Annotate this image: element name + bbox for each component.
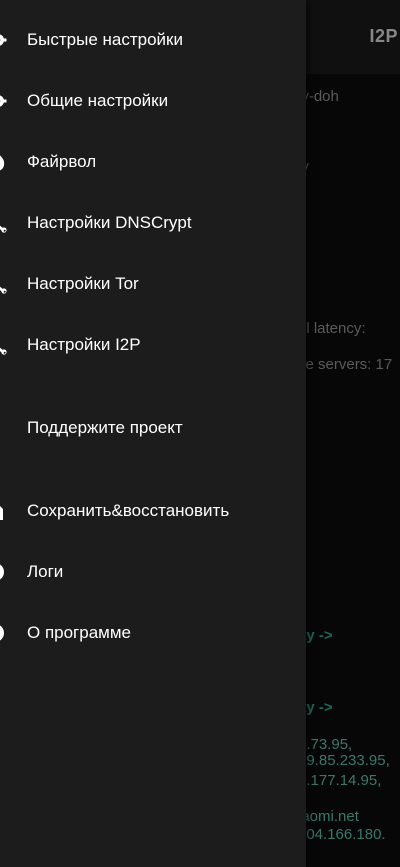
backup-icon	[0, 506, 3, 520]
wrench-icon	[0, 347, 7, 355]
nav-item-label: Общие настройки	[27, 91, 169, 110]
nav-item-dnscrypt-settings[interactable]: Настройки DNSCrypt	[0, 198, 306, 248]
nav-item-label: Файрвол	[27, 152, 97, 171]
nav-item-label: Сохранить&восстановить	[27, 501, 230, 520]
nav-item-tor-settings[interactable]: Настройки Tor	[0, 259, 306, 309]
navigation-drawer: Быстрые настройки Общие настройки Файрво…	[0, 0, 306, 867]
info-icon	[0, 625, 4, 641]
nav-item-label: Логи	[27, 562, 64, 581]
gear-icon	[0, 34, 7, 46]
nav-item-label: Быстрые настройки	[27, 30, 183, 49]
nav-item-quick-settings[interactable]: Быстрые настройки	[0, 15, 306, 65]
wrench-icon	[0, 286, 7, 294]
nav-item-support-project[interactable]: Поддержите проект	[0, 403, 306, 453]
nav-item-label: Поддержите проект	[27, 418, 183, 437]
nav-item-label: Настройки I2P	[27, 335, 141, 354]
nav-item-backup-restore[interactable]: Сохранить&восстановить	[0, 486, 306, 536]
nav-item-firewall[interactable]: Файрвол	[0, 137, 306, 187]
nav-item-logs[interactable]: Логи	[0, 547, 306, 597]
nav-item-label: Настройки DNSCrypt	[27, 213, 192, 232]
flame-icon	[0, 155, 5, 171]
gear-icon	[0, 95, 7, 107]
nav-item-about[interactable]: О программе	[0, 608, 306, 658]
nav-item-general-settings[interactable]: Общие настройки	[0, 76, 306, 126]
nav-item-i2p-settings[interactable]: Настройки I2P	[0, 320, 306, 370]
nav-item-label: О программе	[27, 623, 132, 642]
nav-item-label: Настройки Tor	[27, 274, 139, 293]
wrench-icon	[0, 225, 7, 233]
logs-icon	[0, 564, 4, 580]
